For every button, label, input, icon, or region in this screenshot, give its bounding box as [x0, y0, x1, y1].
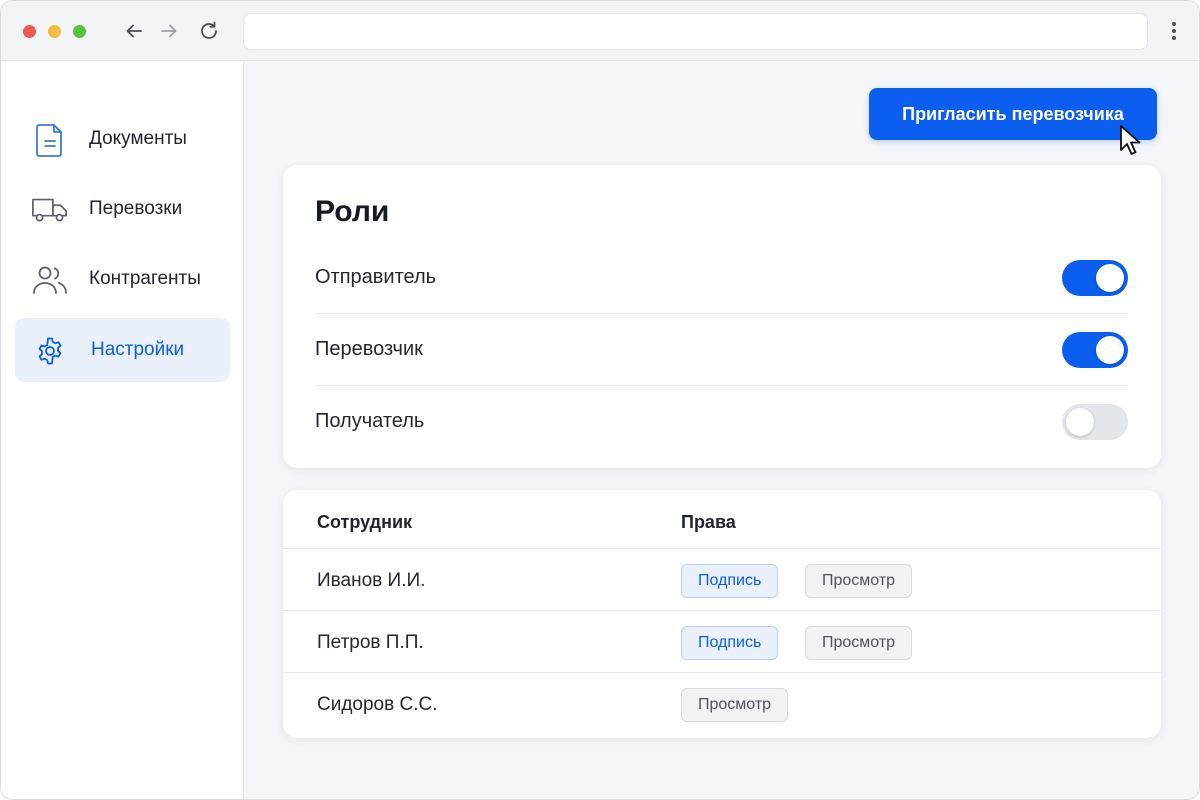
toggle-knob — [1096, 264, 1124, 292]
employee-name: Петров П.П. — [317, 632, 424, 653]
reload-icon — [201, 21, 217, 39]
back-button[interactable] — [121, 18, 147, 44]
role-label: Отправитель — [315, 266, 437, 288]
roles-title: Роли — [315, 195, 390, 228]
toggle-knob — [1096, 336, 1124, 364]
permission-view-chip[interactable]: Просмотр — [805, 564, 913, 598]
reload-button[interactable] — [196, 18, 222, 44]
roles-card: Роли Отправитель Перевозчик Получатель — [283, 165, 1161, 468]
sidebar-item-counterparties[interactable]: Контрагенты — [15, 247, 230, 311]
permission-sign-chip[interactable]: Подпись — [681, 564, 779, 598]
arrow-right-icon — [161, 24, 177, 38]
column-header-permissions: Права — [681, 512, 736, 532]
sidebar: Документы Перевозки Контрагенты Настройк… — [1, 61, 244, 799]
browser-window: Документы Перевозки Контрагенты Настройк… — [0, 0, 1200, 800]
minimize-window-button[interactable] — [48, 25, 61, 38]
arrow-left-icon — [126, 24, 142, 38]
gear-icon — [31, 332, 69, 370]
toggle-knob — [1066, 408, 1094, 436]
permission-sign-chip[interactable]: Подпись — [681, 626, 779, 660]
browser-menu-button[interactable] — [1163, 18, 1185, 44]
document-icon — [31, 121, 69, 159]
column-header-employee: Сотрудник — [317, 512, 413, 532]
sidebar-item-label: Настройки — [91, 339, 185, 360]
table-row: Петров П.П. Подпись Просмотр — [283, 611, 1161, 673]
role-row-sender: Отправитель — [315, 242, 1128, 314]
sidebar-item-shipments[interactable]: Перевозки — [15, 177, 230, 241]
browser-toolbar — [1, 1, 1199, 61]
maximize-window-button[interactable] — [73, 25, 86, 38]
sender-role-toggle[interactable] — [1062, 260, 1128, 296]
sidebar-item-documents[interactable]: Документы — [15, 107, 230, 171]
mouse-cursor-icon — [1120, 125, 1141, 155]
close-window-button[interactable] — [23, 25, 36, 38]
employee-name: Сидоров С.С. — [317, 694, 438, 715]
role-row-recipient: Получатель — [315, 386, 1128, 458]
staff-permissions-table: Сотрудник Права Иванов И.И. Подпись Прос… — [283, 490, 1161, 738]
table-header: Сотрудник Права — [283, 490, 1161, 549]
sidebar-item-settings[interactable]: Настройки — [15, 318, 230, 382]
table-row: Сидоров С.С. Просмотр — [283, 673, 1161, 735]
role-label: Перевозчик — [315, 338, 423, 360]
carrier-role-toggle[interactable] — [1062, 332, 1128, 368]
users-icon — [31, 261, 69, 299]
more-vertical-icon — [1172, 22, 1176, 40]
forward-button[interactable] — [156, 18, 182, 44]
employee-name: Иванов И.И. — [317, 570, 426, 591]
permission-view-chip[interactable]: Просмотр — [805, 626, 913, 660]
invite-carrier-button[interactable]: Пригласить перевозчика — [869, 88, 1157, 140]
truck-icon — [31, 191, 69, 229]
sidebar-item-label: Перевозки — [89, 198, 183, 219]
role-row-carrier: Перевозчик — [315, 314, 1128, 386]
address-bar[interactable] — [243, 13, 1148, 50]
sidebar-item-label: Документы — [89, 128, 187, 149]
role-label: Получатель — [315, 410, 425, 432]
permission-view-chip[interactable]: Просмотр — [681, 688, 789, 722]
table-row: Иванов И.И. Подпись Просмотр — [283, 549, 1161, 611]
sidebar-item-label: Контрагенты — [89, 268, 201, 289]
recipient-role-toggle[interactable] — [1062, 404, 1128, 440]
